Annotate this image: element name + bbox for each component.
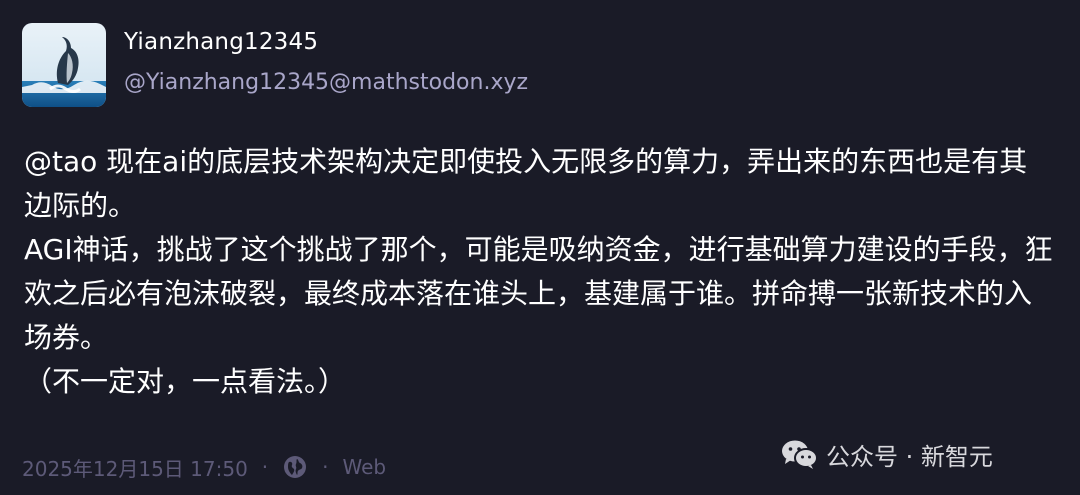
watermark-text: 公众号 · 新智元 <box>826 442 993 471</box>
toot-card: Yianzhang12345 @Yianzhang12345@mathstodo… <box>0 0 1080 495</box>
globe-icon <box>282 454 308 480</box>
post-text: AGI神话，挑战了这个挑战了那个，可能是吸纳资金，进行基础算力建设的手段，狂欢之… <box>24 233 1053 354</box>
post-client: Web <box>342 455 387 479</box>
post-content: @tao 现在ai的底层技术架构决定即使投入无限多的算力，弄出来的东西也是有其边… <box>24 140 1054 404</box>
whale-avatar-image <box>22 23 106 107</box>
meta-separator: · <box>261 455 269 479</box>
post-meta: 2025年12月15日 17:50 · · Web <box>22 452 386 482</box>
mention-link[interactable]: @tao <box>24 145 97 178</box>
post-paragraph-3: （不一定对，一点看法。） <box>24 360 1054 404</box>
post-text: （不一定对，一点看法。） <box>24 365 347 398</box>
display-name[interactable]: Yianzhang12345 <box>124 29 318 55</box>
wechat-icon <box>780 438 818 470</box>
post-timestamp[interactable]: 2025年12月15日 17:50 <box>22 453 248 482</box>
post-paragraph-2: AGI神话，挑战了这个挑战了那个，可能是吸纳资金，进行基础算力建设的手段，狂欢之… <box>24 228 1054 360</box>
meta-separator: · <box>322 455 329 479</box>
post-text: 现在ai的底层技术架构决定即使投入无限多的算力，弄出来的东西也是有其边际的。 <box>24 145 1028 222</box>
post-paragraph-1: @tao 现在ai的底层技术架构决定即使投入无限多的算力，弄出来的东西也是有其边… <box>24 140 1054 228</box>
watermark: 公众号 · 新智元 <box>780 434 993 474</box>
account-handle[interactable]: @Yianzhang12345@mathstodon.xyz <box>124 70 528 95</box>
avatar[interactable] <box>22 23 106 107</box>
